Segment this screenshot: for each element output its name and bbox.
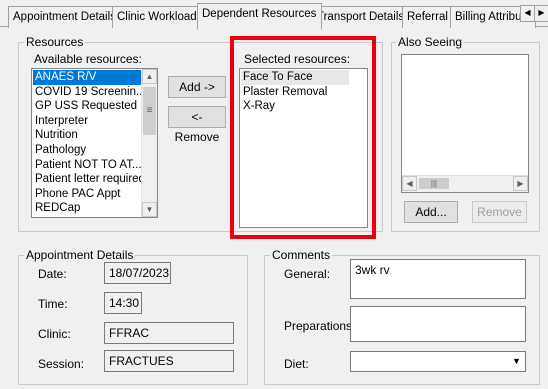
clinic-field: FFRAC bbox=[104, 322, 234, 344]
available-items-container: ANAES R/V COVID 19 Screenin... GP USS Requ… bbox=[33, 70, 146, 218]
scroll-thumb[interactable]: ≡ bbox=[143, 87, 156, 135]
chevron-left-icon: ◀ bbox=[524, 8, 531, 17]
scroll-right-button[interactable]: ▶ bbox=[513, 176, 528, 191]
also-seeing-hscrollbar[interactable]: ◀ ||| ▶ bbox=[402, 175, 528, 192]
chevron-right-icon: ▶ bbox=[538, 8, 545, 17]
grip-icon: ||| bbox=[430, 179, 438, 188]
preparations-input[interactable] bbox=[350, 306, 526, 342]
tab-bar: Appointment Details Clinic Workload Depe… bbox=[0, 0, 548, 30]
available-resources-label: Available resources: bbox=[34, 52, 142, 66]
session-field: FRACTUES bbox=[104, 350, 234, 372]
also-seeing-group-label: Also Seeing bbox=[396, 35, 465, 49]
appointment-details-group-label: Appointment Details bbox=[24, 248, 136, 262]
session-label: Session: bbox=[38, 357, 85, 371]
tab-clinic-workload[interactable]: Clinic Workload bbox=[112, 6, 207, 28]
remove-resource-button[interactable]: <- Remove bbox=[168, 106, 226, 144]
scroll-left-button[interactable]: ◀ bbox=[402, 176, 417, 191]
date-label: Date: bbox=[38, 267, 67, 281]
available-resource-item[interactable]: Interpreter bbox=[33, 114, 141, 129]
diet-label: Diet: bbox=[284, 357, 309, 371]
selected-resources-label: Selected resources: bbox=[244, 52, 351, 66]
selected-items-container: Face To Face Plaster Removal X-Ray bbox=[241, 70, 349, 114]
also-seeing-remove-button: Remove bbox=[472, 201, 527, 223]
also-seeing-add-button[interactable]: Add... bbox=[404, 201, 458, 223]
tab-dependent-resources[interactable]: Dependent Resources bbox=[197, 3, 322, 30]
tab-scroll-right-button[interactable]: ▶ bbox=[534, 5, 548, 22]
diet-select[interactable]: ▼ bbox=[350, 351, 526, 372]
selected-resources-list[interactable]: Face To Face Plaster Removal X-Ray bbox=[239, 68, 368, 228]
dropdown-arrow-icon[interactable]: ▼ bbox=[509, 353, 524, 370]
also-seeing-list[interactable]: ◀ ||| ▶ bbox=[401, 54, 529, 193]
available-resource-item[interactable]: REDCap bbox=[33, 201, 141, 216]
time-label: Time: bbox=[38, 297, 68, 311]
clinic-label: Clinic: bbox=[38, 327, 71, 341]
chevron-down-icon: ▼ bbox=[145, 205, 154, 214]
available-list-scrollbar[interactable]: ▲ ≡ ▼ bbox=[141, 69, 157, 217]
available-resource-item[interactable]: GP USS Requested bbox=[33, 99, 141, 114]
selected-resource-item[interactable]: Face To Face bbox=[241, 70, 349, 85]
available-resource-item[interactable]: SMS Sent bbox=[33, 216, 141, 218]
tab-scroll-left-button[interactable]: ◀ bbox=[520, 5, 535, 22]
available-resource-item[interactable]: Phone PAC Appt bbox=[33, 187, 141, 202]
available-resource-item[interactable]: Nutrition bbox=[33, 128, 141, 143]
grip-icon: ≡ bbox=[146, 105, 153, 116]
available-resource-item[interactable]: COVID 19 Screenin... bbox=[33, 85, 146, 100]
available-resource-item[interactable]: Patient NOT TO AT... bbox=[33, 158, 142, 173]
resources-group-label: Resources bbox=[24, 35, 86, 49]
tab-appointment-details[interactable]: Appointment Details bbox=[8, 6, 122, 28]
tab-transport-details[interactable]: Transport Details bbox=[312, 6, 412, 28]
scroll-down-button[interactable]: ▼ bbox=[142, 202, 157, 217]
selected-resource-item[interactable]: X-Ray bbox=[241, 99, 349, 114]
available-resources-list[interactable]: ANAES R/V COVID 19 Screenin... GP USS Requ… bbox=[31, 68, 158, 218]
hscroll-thumb[interactable]: ||| bbox=[419, 178, 449, 189]
chevron-right-icon: ▶ bbox=[517, 179, 524, 188]
general-label: General: bbox=[284, 267, 331, 281]
scroll-up-button[interactable]: ▲ bbox=[142, 69, 157, 84]
available-resource-item[interactable]: ANAES R/V bbox=[33, 70, 141, 85]
preparations-label: Preparations: bbox=[284, 319, 356, 333]
available-resource-item[interactable]: Patient letter required bbox=[33, 172, 145, 187]
selected-resource-item[interactable]: Plaster Removal bbox=[241, 85, 349, 100]
general-comment-input[interactable]: 3wk rv bbox=[350, 259, 526, 299]
time-field: 14:30 bbox=[104, 292, 142, 314]
available-resource-item[interactable]: Pathology bbox=[33, 143, 141, 158]
add-resource-button[interactable]: Add -> bbox=[168, 76, 226, 98]
chevron-up-icon: ▲ bbox=[145, 72, 154, 81]
chevron-left-icon: ◀ bbox=[406, 179, 413, 188]
comments-group-label: Comments bbox=[270, 248, 333, 262]
date-field: 18/07/2023 bbox=[104, 262, 171, 284]
